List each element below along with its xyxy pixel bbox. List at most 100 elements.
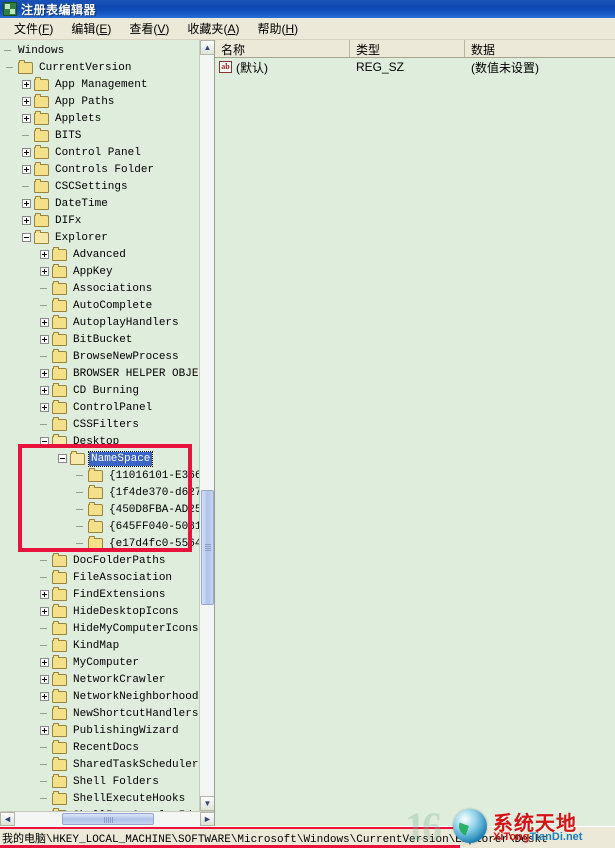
expand-plus-icon[interactable]: [40, 675, 49, 684]
folder-icon: [52, 790, 67, 805]
tree-node[interactable]: AutoComplete: [0, 297, 200, 314]
expand-plus-icon[interactable]: [40, 590, 49, 599]
expand-plus-icon[interactable]: [40, 335, 49, 344]
tree-line-icon: [40, 556, 49, 565]
expand-plus-icon[interactable]: [22, 199, 31, 208]
tree-node[interactable]: Control Panel: [0, 144, 200, 161]
tree-node[interactable]: CD Burning: [0, 382, 200, 399]
tree-node[interactable]: BrowseNewProcess: [0, 348, 200, 365]
tree-vertical-scrollbar[interactable]: ▲ ▼: [199, 40, 214, 811]
scroll-up-arrow-icon[interactable]: ▲: [200, 40, 214, 55]
folder-icon: [34, 127, 49, 142]
tree-node[interactable]: DIFx: [0, 212, 200, 229]
tree-node[interactable]: Advanced: [0, 246, 200, 263]
tree-node[interactable]: AutoplayHandlers: [0, 314, 200, 331]
tree-node[interactable]: DocFolderPaths: [0, 552, 200, 569]
expand-plus-icon[interactable]: [22, 148, 31, 157]
expand-plus-icon[interactable]: [40, 386, 49, 395]
registry-tree[interactable]: Windows CurrentVersion App Management App P…: [0, 40, 200, 811]
tree-node[interactable]: App Management: [0, 76, 200, 93]
tree-node[interactable]: NameSpace: [0, 450, 200, 467]
tree-node[interactable]: FindExtensions: [0, 586, 200, 603]
folder-icon: [52, 637, 67, 652]
tree-horizontal-scrollbar[interactable]: ◄ ►: [0, 811, 214, 826]
expand-plus-icon[interactable]: [40, 726, 49, 735]
values-list[interactable]: ab (默认) REG_SZ (数值未设置): [215, 58, 615, 76]
tree-node[interactable]: {e17d4fc0-5564-: [0, 535, 200, 552]
expand-plus-icon[interactable]: [22, 80, 31, 89]
tree-node[interactable]: Applets: [0, 110, 200, 127]
tree-node[interactable]: KindMap: [0, 637, 200, 654]
expand-plus-icon[interactable]: [22, 216, 31, 225]
collapse-minus-icon[interactable]: [58, 454, 67, 463]
tree-node[interactable]: Desktop: [0, 433, 200, 450]
expand-plus-icon[interactable]: [40, 403, 49, 412]
tree-node[interactable]: {11016101-E366-: [0, 467, 200, 484]
tree-node[interactable]: CSCSettings: [0, 178, 200, 195]
tree-node[interactable]: Explorer: [0, 229, 200, 246]
tree-node[interactable]: NewShortcutHandlers: [0, 705, 200, 722]
tree-node[interactable]: NetworkNeighborhood: [0, 688, 200, 705]
tree-node[interactable]: FileAssociation: [0, 569, 200, 586]
folder-icon: [52, 365, 67, 380]
tree-node[interactable]: NetworkCrawler: [0, 671, 200, 688]
tree-node[interactable]: ControlPanel: [0, 399, 200, 416]
tree-node[interactable]: {450D8FBA-AD25-: [0, 501, 200, 518]
tree-node[interactable]: {1f4de370-d627-: [0, 484, 200, 501]
tree-node[interactable]: PublishingWizard: [0, 722, 200, 739]
scroll-left-arrow-icon[interactable]: ◄: [0, 812, 15, 826]
tree-node[interactable]: Associations: [0, 280, 200, 297]
tree-node[interactable]: Controls Folder: [0, 161, 200, 178]
tree-node[interactable]: BitBucket: [0, 331, 200, 348]
tree-vertical-scroll-thumb[interactable]: [201, 490, 214, 605]
menu-item-mnemonic: F: [42, 22, 50, 36]
menu-item-a[interactable]: 收藏夹(A): [179, 18, 249, 39]
collapse-minus-icon[interactable]: [40, 437, 49, 446]
menu-item-e[interactable]: 编辑(E): [63, 18, 121, 39]
folder-open-icon: [34, 229, 49, 244]
tree-node[interactable]: Windows: [0, 42, 200, 59]
expand-plus-icon[interactable]: [40, 250, 49, 259]
tree-node[interactable]: BITS: [0, 127, 200, 144]
tree-horizontal-scroll-thumb[interactable]: [62, 813, 154, 825]
column-header-data[interactable]: 数据: [465, 40, 615, 57]
tree-node[interactable]: {645FF040-5081-: [0, 518, 200, 535]
menu-item-v[interactable]: 查看(V): [121, 18, 179, 39]
tree-node[interactable]: RecentDocs: [0, 739, 200, 756]
tree-node[interactable]: AppKey: [0, 263, 200, 280]
tree-node[interactable]: HideDesktopIcons: [0, 603, 200, 620]
tree-node[interactable]: DateTime: [0, 195, 200, 212]
tree-node[interactable]: BROWSER HELPER OBJECTS: [0, 365, 200, 382]
expand-plus-icon[interactable]: [22, 97, 31, 106]
value-row[interactable]: ab (默认) REG_SZ (数值未设置): [215, 58, 615, 76]
collapse-minus-icon[interactable]: [22, 233, 31, 242]
expand-plus-icon[interactable]: [40, 607, 49, 616]
tree-node[interactable]: Shell Folders: [0, 773, 200, 790]
tree-node[interactable]: App Paths: [0, 93, 200, 110]
folder-icon: [88, 467, 103, 482]
expand-plus-icon[interactable]: [22, 165, 31, 174]
expand-plus-icon[interactable]: [22, 114, 31, 123]
tree-node[interactable]: MyComputer: [0, 654, 200, 671]
tree-line-icon: [76, 488, 85, 497]
menu-item-h[interactable]: 帮助(H): [249, 18, 308, 39]
scroll-down-arrow-icon[interactable]: ▼: [200, 796, 214, 811]
expand-plus-icon[interactable]: [40, 658, 49, 667]
tree-node[interactable]: CSSFilters: [0, 416, 200, 433]
column-header-name[interactable]: 名称: [215, 40, 350, 57]
menu-item-f[interactable]: 文件(F): [6, 18, 63, 39]
expand-plus-icon[interactable]: [40, 692, 49, 701]
tree-node[interactable]: HideMyComputerIcons: [0, 620, 200, 637]
expand-plus-icon[interactable]: [40, 267, 49, 276]
tree-node[interactable]: CurrentVersion: [0, 59, 200, 76]
column-header-type[interactable]: 类型: [350, 40, 465, 57]
expand-plus-icon[interactable]: [40, 369, 49, 378]
tree-node[interactable]: SharedTaskScheduler: [0, 756, 200, 773]
tree-node[interactable]: ShellExecuteHooks: [0, 790, 200, 807]
tree-node-label: DateTime: [55, 197, 108, 210]
scroll-right-arrow-icon[interactable]: ►: [200, 812, 214, 826]
tree-node-label: HideDesktopIcons: [73, 605, 179, 618]
folder-icon: [34, 76, 49, 91]
menu-item-label: 编辑: [71, 22, 96, 36]
expand-plus-icon[interactable]: [40, 318, 49, 327]
